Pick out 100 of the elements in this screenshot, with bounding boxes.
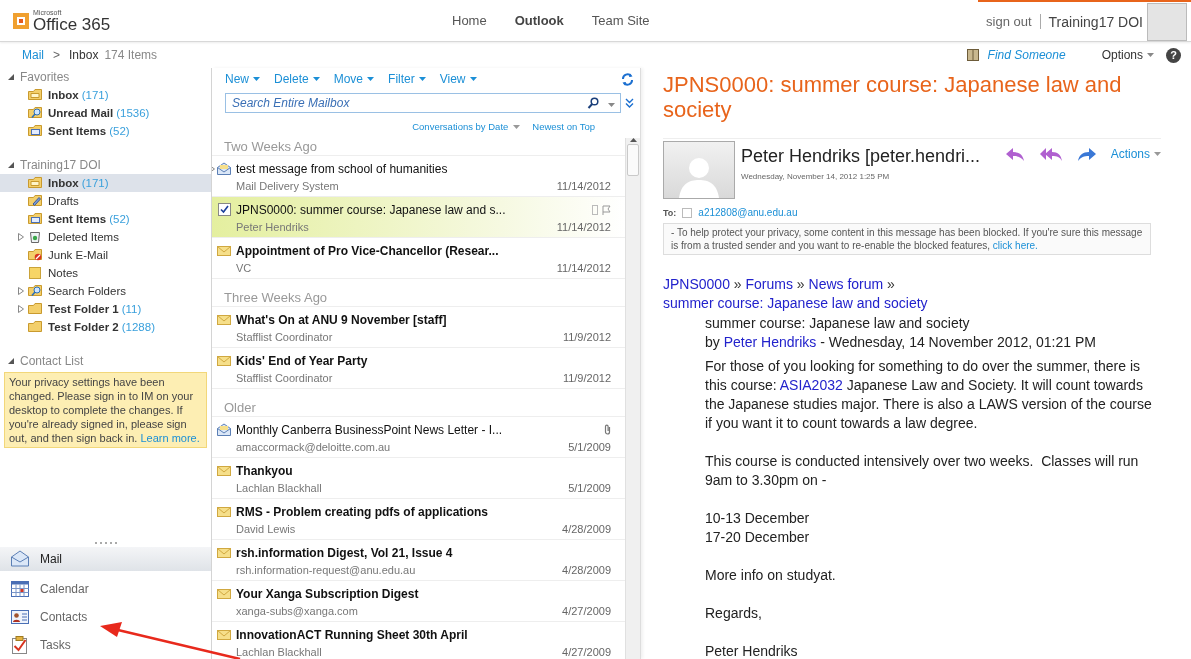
expand-triangle-icon[interactable] [18, 287, 24, 295]
logo-icon [12, 11, 30, 30]
section-title: Contact List [20, 354, 84, 368]
message-item[interactable]: JPNS0000: summer course: Japanese law and s... Peter Hendriks 11/14/2012 [212, 197, 625, 238]
collapse-triangle-icon[interactable] [8, 74, 14, 80]
folder-item[interactable]: Inbox (171) [0, 86, 211, 104]
expand-triangle-icon[interactable] [18, 305, 24, 313]
caret-icon [367, 77, 375, 81]
message-item[interactable]: Kids' End of Year Party Stafflist Coordinator 11/9/2012 [212, 348, 625, 389]
flag-icon[interactable] [602, 204, 611, 215]
group-heading: Two Weeks Ago [212, 138, 625, 156]
folder-item[interactable]: Junk E-Mail [0, 246, 211, 264]
folder-item[interactable]: Search Folders [0, 282, 211, 300]
body-text: This course is conducted intensively over two weeks. Classes will run 9am to 3.30pm on - [705, 452, 1140, 490]
breadcrumb-link[interactable]: summer course: Japanese law and society [663, 295, 928, 311]
reply-icon[interactable] [1004, 147, 1025, 161]
caret-icon[interactable] [608, 103, 615, 107]
click-here-link[interactable]: click here. [992, 240, 1038, 251]
breadcrumb-current: Inbox [69, 48, 99, 62]
caret-icon [1147, 53, 1154, 57]
message-item[interactable]: Monthly Canberra BusinessPoint News Letter - I... amaccormack@deloitte.com.au 5/1/2009 [212, 417, 625, 458]
item-count: 174 Items [104, 48, 159, 62]
help-button[interactable]: ? [1166, 47, 1181, 63]
collapse-triangle-icon[interactable] [8, 358, 14, 364]
envelope-icon [217, 587, 231, 600]
caret-icon [513, 124, 521, 129]
search-icon[interactable] [587, 97, 599, 109]
envelope-icon [217, 628, 231, 641]
nav-link[interactable]: Team Site [591, 13, 650, 28]
folder-item[interactable]: Test Folder 2 (1288) [0, 318, 211, 336]
folder-item[interactable]: Sent Items (52) [0, 122, 211, 140]
recipient-link[interactable]: a212808@anu.edu.au [698, 207, 798, 218]
recipient-checkbox[interactable] [682, 207, 693, 218]
body-text: Regards, [705, 604, 763, 623]
user-name[interactable]: Training17 DOI [1040, 13, 1147, 30]
logo-text: Office 365 [33, 15, 111, 33]
junk-folder-icon [28, 248, 42, 262]
folder-item[interactable]: Deleted Items [0, 228, 211, 246]
body-text: Peter Hendriks [705, 642, 799, 659]
breadcrumb-link[interactable]: Mail [22, 48, 44, 62]
blocked-content-notice: - To help protect your privacy, some content in this message has been blocked. If you're sure this message is from a trusted sender and you want to re-enable the blocked features, click here. [663, 223, 1151, 255]
toolbar-menu[interactable]: Move [333, 72, 375, 86]
user-avatar[interactable] [1147, 2, 1187, 41]
author-link[interactable]: Peter Hendriks [723, 334, 817, 350]
expand-triangle-icon[interactable] [18, 233, 24, 241]
folder-item[interactable]: Inbox (171) [0, 174, 211, 192]
module-button[interactable]: Tasks [0, 631, 211, 659]
collapse-triangle-icon[interactable] [8, 162, 14, 168]
caret-icon [469, 77, 477, 81]
message-item[interactable]: Appointment of Pro Vice-Chancellor (Resear... VC 11/14/2012 [212, 238, 625, 279]
toolbar-menu[interactable]: New [225, 72, 260, 86]
sign-out-link[interactable]: sign out [986, 14, 1041, 29]
toolbar-menu[interactable]: Filter [388, 72, 426, 86]
breadcrumb-link[interactable]: JPNS0000 [663, 276, 730, 292]
refresh-icon[interactable] [621, 72, 634, 86]
breadcrumb-link[interactable]: News forum [808, 276, 884, 292]
message-item[interactable]: What's On at ANU 9 November [staff] Stafflist Coordinator 11/9/2012 [212, 307, 625, 348]
toolbar-menu[interactable]: View [439, 72, 477, 86]
nav-link[interactable]: Outlook [514, 13, 564, 28]
calendar-icon [10, 579, 30, 599]
options-menu[interactable]: Options [1101, 48, 1154, 62]
scroll-up-icon[interactable] [629, 138, 637, 142]
body-paragraph: For those of you looking for something to do over the summer, there is this course: ASIA2032 Japanese Law and Society. It will count towards the Japanese studies major. There is also a LAWS version of the course if you want it to count towards a law degree. [705, 357, 1153, 433]
module-button[interactable]: Mail [0, 547, 211, 571]
trash-can-icon [28, 230, 42, 244]
envelope-icon [217, 313, 231, 326]
sort-order-menu[interactable]: Newest on Top [532, 121, 595, 132]
sent-folder-icon [28, 212, 42, 226]
folder-item[interactable]: Test Folder 1 (11) [0, 300, 211, 318]
message-item[interactable]: Thankyou Lachlan Blackhall 5/1/2009 [212, 458, 625, 499]
open-envelope-icon [217, 162, 231, 175]
message-item[interactable]: RMS - Problem creating pdfs of applications David Lewis 4/28/2009 [212, 499, 625, 540]
actions-menu[interactable]: Actions [1110, 147, 1161, 161]
folder-item[interactable]: Notes [0, 264, 211, 282]
search-field[interactable]: Search Entire Mailbox [225, 93, 621, 113]
envelope-icon [217, 505, 231, 518]
course-link[interactable]: ASIA2032 [779, 377, 843, 393]
message-item[interactable]: Your Xanga Subscription Digest xanga-subs@xanga.com 4/27/2009 [212, 581, 625, 622]
arrange-by-menu[interactable]: Conversations by Date [412, 121, 521, 132]
folder-icon [28, 302, 42, 316]
nav-link[interactable]: Home [452, 13, 487, 28]
folder-item[interactable]: Sent Items (52) [0, 210, 211, 228]
folder-item[interactable]: Drafts [0, 192, 211, 210]
reply-all-icon[interactable] [1038, 147, 1063, 161]
forward-icon[interactable] [1076, 147, 1097, 161]
scrollbar[interactable] [625, 138, 640, 659]
message-item[interactable]: rsh.information Digest, Vol 21, Issue 4 rsh.information-request@anu.edu.au 4/28/2009 [212, 540, 625, 581]
contact-card-icon [10, 607, 30, 627]
scroll-thumb[interactable] [627, 144, 639, 176]
category-icon[interactable] [592, 204, 598, 215]
inbox-folder-icon [28, 176, 42, 190]
breadcrumb-link[interactable]: Forums [745, 276, 793, 292]
module-button[interactable]: Contacts [0, 603, 211, 631]
toolbar-menu[interactable]: Delete [274, 72, 320, 86]
checkbox-icon [218, 203, 231, 216]
find-someone-link[interactable]: Find Someone [987, 48, 1066, 62]
module-button[interactable]: Calendar [0, 575, 211, 603]
post-title: summer course: Japanese law and society [705, 314, 971, 333]
folder-item[interactable]: Unread Mail (1536) [0, 104, 211, 122]
double-chevron-icon[interactable] [625, 98, 634, 108]
